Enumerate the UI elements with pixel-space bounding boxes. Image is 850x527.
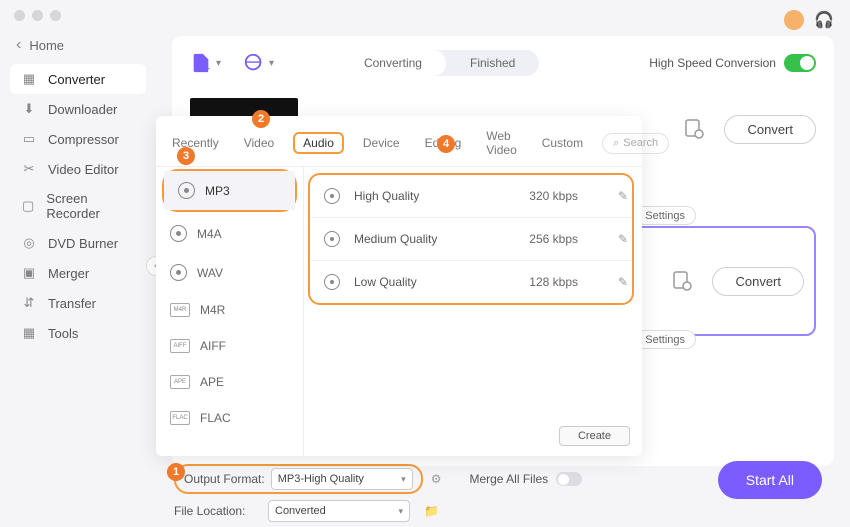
disc-icon	[324, 231, 340, 247]
file-icon: AIFF	[170, 339, 190, 353]
sidebar-item-video-editor[interactable]: ✂ Video Editor	[10, 154, 146, 184]
downloader-icon: ⬇	[20, 101, 38, 117]
disc-icon	[324, 188, 340, 204]
sidebar-item-transfer[interactable]: ⇵ Transfer	[10, 288, 146, 318]
svg-text:+: +	[204, 63, 210, 74]
format-tab-video[interactable]: Video	[238, 133, 280, 153]
file-settings-icon[interactable]	[682, 117, 706, 141]
sidebar-item-compressor[interactable]: ▭ Compressor	[10, 124, 146, 154]
support-icon[interactable]: 🎧	[814, 10, 834, 30]
file-location-label: File Location:	[174, 504, 260, 518]
disc-icon: ◎	[20, 235, 38, 251]
merge-all-label: Merge All Files	[469, 472, 548, 486]
merge-all-toggle[interactable]	[556, 472, 582, 486]
user-avatar[interactable]	[784, 10, 804, 30]
dropdown-caret-icon: ▾	[216, 58, 221, 69]
sidebar-item-screen-recorder[interactable]: ▢ Screen Recorder	[10, 184, 146, 228]
home-nav[interactable]: ‹ Home	[0, 30, 156, 60]
high-speed-label: High Speed Conversion	[649, 56, 776, 70]
gear-icon[interactable]: ⚙	[431, 472, 442, 486]
sidebar-item-downloader[interactable]: ⬇ Downloader	[10, 94, 146, 124]
segment-converting[interactable]: Converting	[340, 50, 446, 76]
tools-icon: ▦	[20, 325, 38, 341]
add-file-button[interactable]: + ▾	[190, 52, 221, 74]
format-tab-audio[interactable]: Audio	[293, 132, 344, 154]
disc-icon	[170, 225, 187, 242]
format-item-wav[interactable]: WAV	[156, 253, 303, 292]
edit-icon[interactable]: ✎	[618, 275, 628, 289]
quality-option-medium[interactable]: Medium Quality 256 kbps ✎	[310, 217, 632, 260]
edit-icon[interactable]: ✎	[618, 232, 628, 246]
file-icon: FLAC	[170, 411, 190, 425]
format-tab-recently[interactable]: Recently	[166, 133, 225, 153]
output-format-select[interactable]: MP3-High Quality▾	[271, 468, 413, 490]
sidebar-item-merger[interactable]: ▣ Merger	[10, 258, 146, 288]
disc-icon	[178, 182, 195, 199]
folder-icon[interactable]: 📁	[424, 504, 439, 518]
sidebar-item-label: Tools	[48, 326, 78, 341]
status-segment: Converting Finished	[340, 50, 539, 76]
window-controls	[14, 10, 61, 21]
macos-close[interactable]	[14, 10, 25, 21]
sidebar-item-tools[interactable]: ▦ Tools	[10, 318, 146, 348]
annotation-badge-2: 2	[252, 110, 270, 128]
search-icon: ⌕	[613, 137, 619, 150]
macos-zoom[interactable]	[50, 10, 61, 21]
dropdown-caret-icon: ▾	[269, 58, 274, 69]
file-location-select[interactable]: Converted▾	[268, 500, 410, 522]
file-icon: M4R	[170, 303, 190, 317]
sidebar-item-converter[interactable]: ▦ Converter	[10, 64, 146, 94]
screen-icon: ▢	[20, 198, 36, 214]
file-settings-icon[interactable]	[670, 269, 694, 293]
sidebar-item-label: Converter	[48, 72, 105, 87]
format-popover: Recently Video Audio Device Editing Web …	[156, 116, 642, 456]
macos-minimize[interactable]	[32, 10, 43, 21]
format-tab-webvideo[interactable]: Web Video	[480, 126, 522, 160]
sidebar-item-label: Merger	[48, 266, 89, 281]
merger-icon: ▣	[20, 265, 38, 281]
scissors-icon: ✂	[20, 161, 38, 177]
sidebar-item-label: DVD Burner	[48, 236, 118, 251]
sidebar-item-label: Transfer	[48, 296, 96, 311]
format-item-flac[interactable]: FLACFLAC	[156, 400, 303, 436]
format-item-ape[interactable]: APEAPE	[156, 364, 303, 400]
sidebar-item-label: Compressor	[48, 132, 119, 147]
format-tab-custom[interactable]: Custom	[536, 133, 589, 153]
start-all-button[interactable]: Start All	[718, 461, 822, 499]
compressor-icon: ▭	[20, 131, 38, 147]
format-item-aiff[interactable]: AIFFAIFF	[156, 328, 303, 364]
sidebar-item-dvd-burner[interactable]: ◎ DVD Burner	[10, 228, 146, 258]
file-icon: APE	[170, 375, 190, 389]
add-url-button[interactable]: ▾	[243, 52, 274, 74]
format-item-mp3[interactable]: MP3	[164, 171, 295, 210]
annotation-badge-4: 4	[437, 135, 455, 153]
create-preset-button[interactable]: Create	[559, 426, 630, 446]
format-search-input[interactable]: ⌕ Search	[602, 133, 669, 154]
high-speed-toggle[interactable]	[784, 54, 816, 72]
quality-option-high[interactable]: High Quality 320 kbps ✎	[310, 175, 632, 217]
output-format-label: Output Format:	[184, 472, 265, 486]
annotation-badge-3: 3	[177, 147, 195, 165]
sidebar-item-label: Video Editor	[48, 162, 119, 177]
sidebar-item-label: Screen Recorder	[46, 191, 136, 221]
edit-icon[interactable]: ✎	[618, 189, 628, 203]
format-item-m4r[interactable]: M4RM4R	[156, 292, 303, 328]
disc-icon	[324, 274, 340, 290]
transfer-icon: ⇵	[20, 295, 38, 311]
sidebar: ‹ Home ▦ Converter ⬇ Downloader ▭ Compre…	[0, 0, 156, 527]
chevron-left-icon: ‹	[16, 36, 21, 54]
home-label: Home	[29, 38, 64, 53]
disc-icon	[170, 264, 187, 281]
convert-button[interactable]: Convert	[724, 115, 816, 144]
converter-icon: ▦	[20, 71, 38, 87]
convert-button[interactable]: Convert	[712, 267, 804, 296]
segment-finished[interactable]: Finished	[446, 50, 539, 76]
format-item-m4a[interactable]: M4A	[156, 214, 303, 253]
quality-option-low[interactable]: Low Quality 128 kbps ✎	[310, 260, 632, 303]
sidebar-item-label: Downloader	[48, 102, 117, 117]
annotation-badge-1: 1	[167, 463, 185, 481]
format-tab-device[interactable]: Device	[357, 133, 406, 153]
